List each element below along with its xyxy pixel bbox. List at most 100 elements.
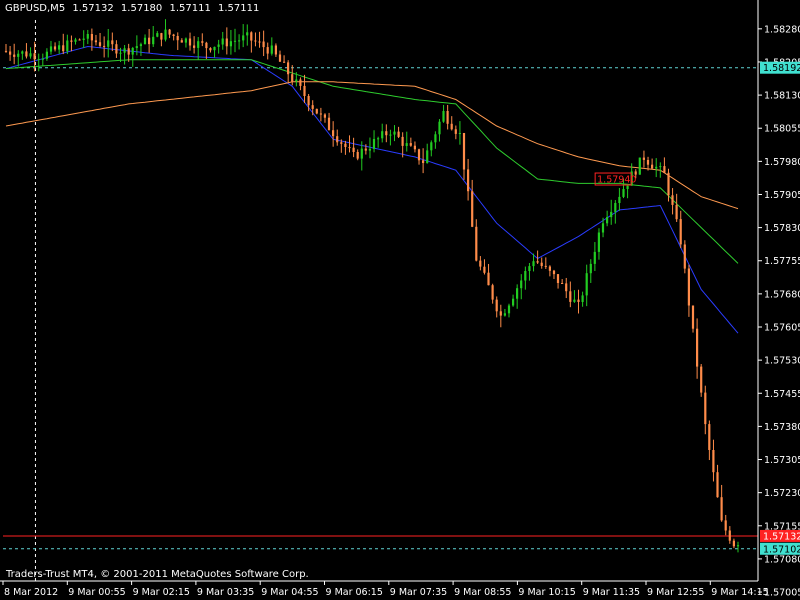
candle-body (152, 36, 155, 45)
candle-body (49, 46, 53, 52)
candle-body (53, 46, 57, 50)
candle-body (385, 131, 388, 136)
candle-body (405, 143, 408, 146)
candle-body (708, 424, 711, 450)
candle-body (544, 265, 547, 267)
candle-body (336, 136, 339, 143)
candle-body (462, 133, 466, 170)
candle-body (78, 39, 81, 41)
x-tick-label: 9 Mar 12:55 (647, 587, 704, 598)
candle-body (176, 36, 179, 41)
candle-body (475, 226, 478, 261)
candle-body (536, 261, 539, 263)
candle-body (172, 34, 175, 36)
candle-body (307, 96, 310, 106)
candle-body (188, 38, 192, 46)
candle-body (115, 44, 118, 54)
candle-body (340, 142, 343, 144)
candle-body (467, 169, 470, 192)
candle-body (168, 29, 171, 35)
candle-body (332, 130, 335, 137)
candle-body (360, 148, 363, 159)
candle-body (589, 263, 592, 274)
candle-body (471, 191, 474, 227)
candle-body (642, 157, 645, 160)
candle-body (291, 74, 294, 82)
x-tick-label: 9 Mar 07:35 (390, 587, 447, 598)
candle-body (397, 131, 400, 137)
candle-body (577, 299, 580, 302)
x-tick-label: 9 Mar 04:55 (261, 587, 318, 598)
candle-body (295, 79, 298, 82)
candle-body (381, 131, 384, 139)
candle-body (646, 160, 650, 165)
candle-body (315, 108, 318, 114)
candle-body (254, 40, 257, 42)
y-tick-label: 1.57605 (764, 323, 800, 334)
candle-body (409, 143, 412, 146)
y-tick-label: 1.57980 (764, 157, 800, 168)
candle-body (585, 273, 588, 296)
candle-body (127, 48, 130, 55)
y-tick-label: 1.58130 (764, 91, 800, 102)
price-badge-text: 1.57102 (763, 544, 800, 555)
candle-body (401, 136, 404, 146)
y-tick-label: 1.57230 (764, 488, 800, 499)
candle-body (413, 145, 416, 150)
candle-body (327, 117, 331, 131)
candle-body (651, 164, 654, 169)
candle-body (303, 85, 306, 96)
candle-body (663, 166, 666, 173)
high-value: 1.57180 (120, 3, 163, 14)
y-tick-label: 1.57830 (764, 223, 800, 234)
x-tick-label: 8 Mar 2012 (4, 587, 58, 598)
candle-body (446, 111, 449, 124)
price-chart[interactable]: 1.582801.582051.581301.580551.579801.579… (0, 0, 800, 600)
candle-body (25, 51, 28, 57)
candle-body (4, 50, 8, 52)
candle-body (528, 266, 531, 271)
candle-body (201, 41, 204, 43)
candle-body (217, 44, 220, 47)
candle-body (520, 280, 523, 289)
candle-body (597, 232, 600, 252)
candle-body (344, 143, 347, 147)
candle-body (393, 131, 396, 135)
candle-body (94, 40, 97, 43)
candle-body (180, 40, 183, 43)
candle-body (700, 366, 703, 393)
candle-body (33, 53, 36, 60)
candle-body (524, 271, 527, 281)
candle-body (70, 40, 73, 42)
candle-body (86, 34, 89, 39)
candle-body (66, 40, 69, 52)
candle-body (667, 172, 670, 196)
candle-body (299, 79, 302, 86)
price-badge-text: 1.57132 (763, 531, 800, 542)
plot-background (0, 0, 800, 600)
y-tick-label: 1.57380 (764, 422, 800, 433)
candle-body (548, 266, 551, 271)
candle-body (74, 39, 77, 42)
candle-body (503, 313, 506, 316)
candle-body (107, 40, 110, 47)
candle-body (29, 53, 32, 57)
candle-body (287, 62, 290, 75)
candle-body (278, 54, 282, 62)
x-tick-label: 9 Mar 02:15 (133, 587, 190, 598)
candle-body (491, 285, 494, 300)
y-tick-label: 1.57905 (764, 190, 800, 201)
candle-body (274, 45, 277, 55)
candle-body (671, 195, 674, 205)
candle-body (209, 48, 212, 51)
candle-body (377, 138, 380, 140)
candle-body (184, 38, 187, 43)
candle-body (143, 37, 147, 45)
candle-body (450, 123, 453, 130)
candle-body (736, 545, 740, 547)
x-tick-label: 9 Mar 00:55 (68, 587, 125, 598)
candle-body (37, 59, 40, 61)
candle-body (9, 51, 12, 55)
x-tick-label: 9 Mar 03:35 (197, 587, 254, 598)
x-tick-label: 9 Mar 06:15 (326, 587, 383, 598)
